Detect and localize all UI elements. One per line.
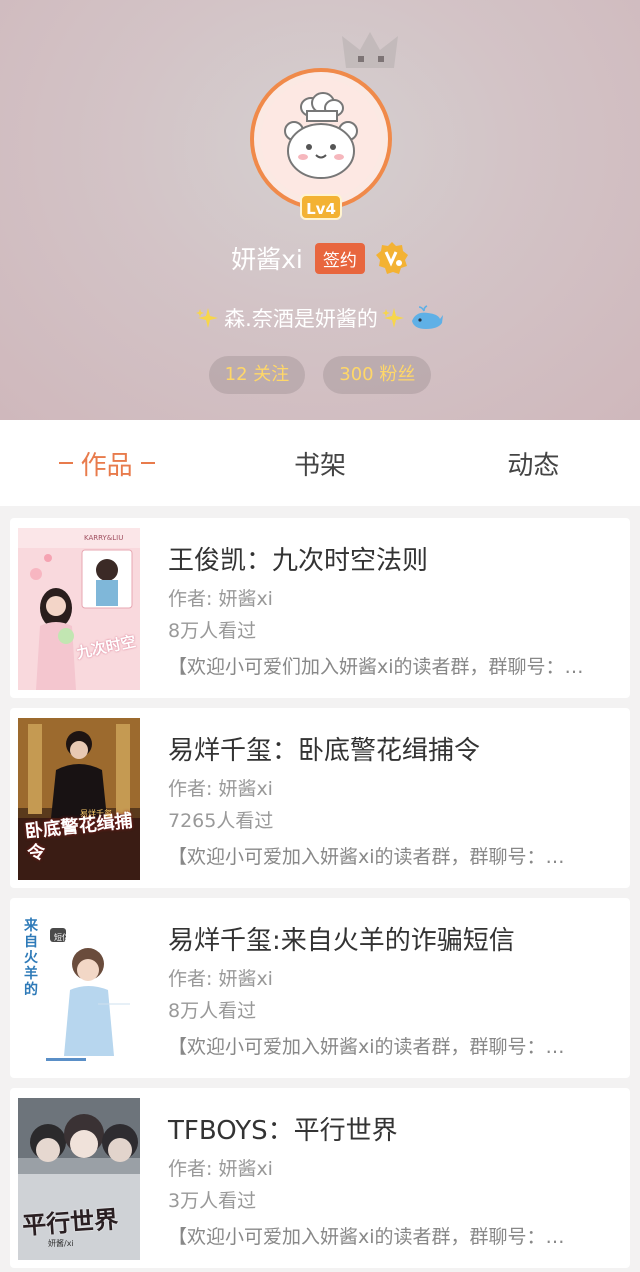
stats-row: 12 关注 300 粉丝 <box>0 356 640 394</box>
book-cover[interactable]: 平行世界 妍酱/xi <box>18 1098 140 1260</box>
sparkle-icon <box>381 308 404 328</box>
book-views: 8万人看过 <box>168 620 257 642</box>
book-cover-label: 易烊千玺 <box>80 809 112 818</box>
book-title[interactable]: TFBOYS：平行世界 <box>168 1110 398 1147</box>
book-description: 【欢迎小可爱加入妍酱xi的读者群，群聊号：… <box>168 1036 565 1058</box>
username: 妍酱xi <box>231 245 303 274</box>
sparkle-icon <box>196 308 219 328</box>
tab-indicator-right <box>140 462 155 464</box>
level-badge: Lv4 <box>300 194 342 220</box>
book-views: 8万人看过 <box>168 1000 257 1022</box>
book-cover-label: KARRY&LIU <box>84 534 124 542</box>
book-views: 3万人看过 <box>168 1190 257 1212</box>
book-title[interactable]: 易烊千玺:来自火羊的诈骗短信 <box>168 920 515 957</box>
tab-activity[interactable]: 动态 <box>427 420 640 506</box>
book-card[interactable]: 来自火羊的 短信 易烊千玺:来自火羊的诈骗短信 作者: 妍酱xi 8万人看过 【… <box>10 898 630 1078</box>
book-cover-label: 短信 <box>54 933 70 942</box>
book-cover-text: 来自火羊的 <box>24 918 38 998</box>
username-row: 妍酱xi 签约 <box>0 236 640 280</box>
book-description: 【欢迎小可爱加入妍酱xi的读者群，群聊号：… <box>168 846 565 868</box>
followers-count-button[interactable]: 300 粉丝 <box>323 356 432 394</box>
profile-header: Lv4 妍酱xi 签约 森.奈酒是妍酱的 12 关注 300 粉丝 <box>0 0 640 420</box>
book-cover[interactable]: 来自火羊的 短信 <box>18 908 140 1070</box>
book-description: 【欢迎小可爱们加入妍酱xi的读者群，群聊号：… <box>168 656 584 678</box>
avatar[interactable] <box>250 68 392 210</box>
book-cover-image <box>18 528 140 690</box>
book-cover[interactable]: 卧底警花缉捕令 易烊千玺 <box>18 718 140 880</box>
tab-label: 书架 <box>293 450 346 481</box>
book-card[interactable]: 平行世界 妍酱/xi TFBOYS：平行世界 作者: 妍酱xi 3万人看过 【欢… <box>10 1088 630 1268</box>
book-title[interactable]: 易烊千玺：卧底警花缉捕令 <box>168 730 480 767</box>
book-cover[interactable]: 九次时空 KARRY&LIU <box>18 528 140 690</box>
signature-text: 森.奈酒是妍酱的 <box>224 307 378 331</box>
book-card[interactable]: 九次时空 KARRY&LIU 王俊凯：九次时空法则 作者: 妍酱xi 8万人看过… <box>10 518 630 698</box>
book-author: 作者: 妍酱xi <box>168 778 273 800</box>
book-title[interactable]: 王俊凯：九次时空法则 <box>168 540 428 577</box>
book-author: 作者: 妍酱xi <box>168 1158 273 1180</box>
book-card[interactable]: 卧底警花缉捕令 易烊千玺 易烊千玺：卧底警花缉捕令 作者: 妍酱xi 7265人… <box>10 708 630 888</box>
book-author: 作者: 妍酱xi <box>168 968 273 990</box>
verified-v-icon <box>375 242 408 274</box>
tab-label: 动态 <box>507 450 560 481</box>
sign-badge: 签约 <box>314 242 365 274</box>
whale-icon <box>411 305 443 329</box>
book-views: 7265人看过 <box>168 810 274 832</box>
signature-row: 森.奈酒是妍酱的 <box>0 298 640 338</box>
tab-bar: 作品 书架 动态 <box>0 420 640 506</box>
book-description: 【欢迎小可爱加入妍酱xi的读者群，群聊号：… <box>168 1226 565 1248</box>
tab-bookshelf[interactable]: 书架 <box>213 420 426 506</box>
tab-indicator-left <box>58 462 73 464</box>
tab-label: 作品 <box>80 450 133 481</box>
book-cover-label: 妍酱/xi <box>48 1239 74 1248</box>
following-count-button[interactable]: 12 关注 <box>208 356 306 394</box>
bear-chef-avatar-icon <box>261 79 381 199</box>
tab-works[interactable]: 作品 <box>0 420 213 506</box>
book-author: 作者: 妍酱xi <box>168 588 273 610</box>
